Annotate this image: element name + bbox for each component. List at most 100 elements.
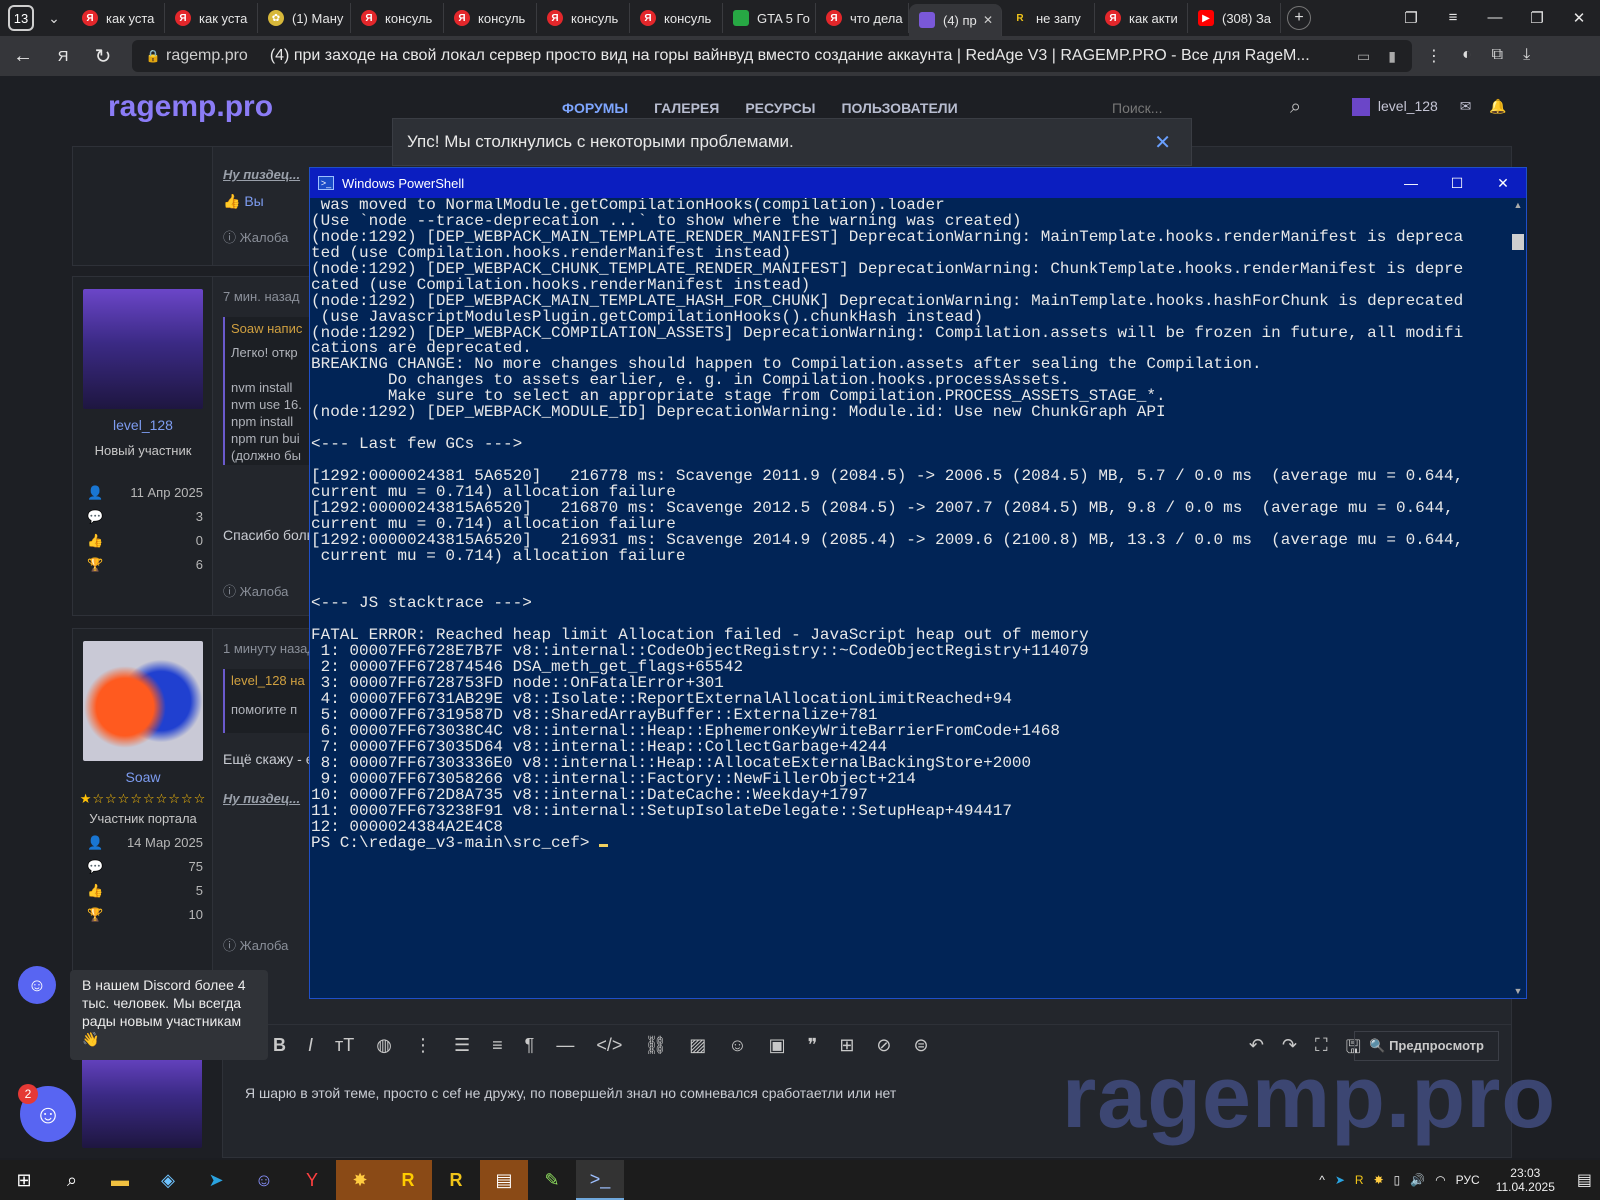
game-icon[interactable]: ⊜: [914, 1035, 929, 1056]
bold-icon[interactable]: B: [273, 1035, 286, 1056]
quote-icon[interactable]: ❞: [808, 1035, 818, 1056]
tab-count-badge[interactable]: 13: [8, 5, 34, 31]
avatar[interactable]: [83, 641, 203, 761]
ps-maximize-button[interactable]: ☐: [1434, 175, 1480, 192]
link-icon[interactable]: ⛓: [644, 1035, 667, 1056]
discord-icon[interactable]: ☺: [18, 966, 56, 1004]
browser-tab[interactable]: Якак акти: [1095, 3, 1188, 33]
browser-tab[interactable]: Якак уста: [165, 3, 258, 33]
app-window-icon[interactable]: ▤: [480, 1160, 528, 1200]
reaction-user[interactable]: Вы: [244, 193, 263, 209]
powershell-titlebar[interactable]: >_ Windows PowerShell — ☐ ✕: [310, 168, 1526, 198]
site-search-input[interactable]: Поиск...: [1112, 100, 1162, 116]
ps-minimize-button[interactable]: —: [1388, 175, 1434, 192]
emoji-icon[interactable]: ☺: [728, 1035, 746, 1056]
powershell-console[interactable]: was moved to NormalModule.getCompilation…: [310, 198, 1512, 998]
italic-icon[interactable]: I: [308, 1035, 313, 1056]
console-prompt[interactable]: PS C:\redage_v3-main\src_cef>: [311, 835, 1512, 852]
browser-tab[interactable]: Яконсуль: [351, 3, 444, 33]
browser-tab[interactable]: Яконсуль: [537, 3, 630, 33]
browser-tab[interactable]: ✿ (1) Ману: [258, 3, 351, 33]
media-icon[interactable]: ▣: [769, 1035, 786, 1056]
palette-icon[interactable]: ◍: [376, 1035, 392, 1056]
inbox-icon[interactable]: ✉: [1460, 98, 1472, 114]
address-input[interactable]: 🔒 ragemp.pro (4) при заходе на свой лока…: [132, 40, 1412, 72]
menu-icon[interactable]: ≡: [1432, 9, 1474, 27]
ps-close-button[interactable]: ✕: [1480, 175, 1526, 192]
bookmark-icon[interactable]: ▮: [1388, 48, 1396, 65]
table-icon[interactable]: ⊞: [839, 1035, 854, 1056]
align-icon[interactable]: ≡: [492, 1035, 503, 1056]
new-tab-button[interactable]: +: [1287, 6, 1311, 30]
tray-battery-icon[interactable]: ▯: [1394, 1173, 1401, 1187]
minimize-button[interactable]: —: [1474, 9, 1516, 27]
avatar[interactable]: [83, 289, 203, 409]
site-nav-item[interactable]: ФОРУМЫ: [562, 100, 628, 116]
browser-tab[interactable]: GTA 5 Го: [723, 3, 816, 33]
reload-button[interactable]: ↻: [86, 39, 120, 73]
notepadpp-icon[interactable]: ✎: [528, 1160, 576, 1200]
more-icon[interactable]: ⋮: [1426, 46, 1442, 66]
browser-tab[interactable]: Ячто дела: [816, 3, 909, 33]
spoiler-icon[interactable]: ⊘: [876, 1035, 891, 1056]
post-time[interactable]: 7 мин. назад: [223, 289, 299, 304]
site-nav-item[interactable]: ПОЛЬЗОВАТЕЛИ: [841, 100, 957, 116]
alice-icon[interactable]: ◐: [1462, 46, 1472, 66]
alerts-icon[interactable]: 🔔: [1489, 98, 1506, 114]
browser-tab[interactable]: Rне запу: [1002, 3, 1095, 33]
scroll-thumb[interactable]: [1512, 234, 1524, 250]
browser-tab[interactable]: Яконсуль: [444, 3, 537, 33]
site-nav-item[interactable]: РЕСУРСЫ: [745, 100, 815, 116]
tray-chevron-icon[interactable]: ^: [1319, 1173, 1325, 1187]
tray-volume-icon[interactable]: 🔊: [1410, 1173, 1425, 1187]
yandex-browser-icon[interactable]: Y: [288, 1160, 336, 1200]
browser-tab[interactable]: (4) пр ✕: [909, 4, 1002, 36]
editor-input[interactable]: Я шарю в этой теме, просто с cef не друж…: [245, 1085, 896, 1101]
search-icon[interactable]: ⌕: [1290, 96, 1301, 119]
close-banner-icon[interactable]: ✕: [1154, 130, 1171, 155]
code-icon[interactable]: </>: [596, 1035, 622, 1056]
close-window-button[interactable]: ✕: [1558, 9, 1600, 27]
text-size-icon[interactable]: тT: [335, 1035, 354, 1056]
tray-language[interactable]: РУС: [1456, 1173, 1480, 1187]
post-signature[interactable]: Ну пиздец...: [223, 167, 300, 182]
powershell-taskbar-icon[interactable]: >_: [576, 1160, 624, 1200]
site-user-link[interactable]: level_128 ✉ 🔔: [1352, 98, 1507, 117]
more-options-icon[interactable]: ⋮: [414, 1035, 432, 1056]
tabs-icon[interactable]: ⧉: [1492, 46, 1503, 66]
site-logo[interactable]: ragemp.pro: [108, 90, 273, 124]
browser-tab[interactable]: Якак уста: [72, 3, 165, 33]
search-icon[interactable]: ⌕: [48, 1160, 96, 1200]
paragraph-icon[interactable]: ¶: [525, 1035, 535, 1056]
site-nav-item[interactable]: ГАЛЕРЕЯ: [654, 100, 719, 116]
image-icon[interactable]: ▨: [689, 1035, 706, 1056]
tray-rage-icon[interactable]: R: [1355, 1173, 1364, 1187]
yandex-home-icon[interactable]: Я: [46, 39, 80, 73]
notifications-icon[interactable]: ▤: [1577, 1170, 1592, 1190]
report-link[interactable]: ⓘ Жалоба: [223, 227, 288, 246]
scroll-down-icon[interactable]: ▼: [1510, 986, 1526, 996]
discord-taskbar-icon[interactable]: ☺: [240, 1160, 288, 1200]
ps-scrollbar[interactable]: ▲ ▼: [1510, 198, 1526, 998]
report-link[interactable]: ⓘ Жалоба: [223, 935, 288, 954]
back-button[interactable]: ←: [6, 39, 40, 73]
browser-tab[interactable]: Яконсуль: [630, 3, 723, 33]
restore-button[interactable]: ❐: [1516, 9, 1558, 27]
telegram-icon[interactable]: ➤: [192, 1160, 240, 1200]
post-time[interactable]: 1 минуту назад: [223, 641, 315, 656]
tray-telegram-icon[interactable]: ➤: [1335, 1173, 1345, 1187]
tray-wifi-icon[interactable]: ◠: [1435, 1173, 1445, 1187]
close-tab-icon[interactable]: ✕: [983, 13, 993, 27]
post-username[interactable]: Soaw: [73, 769, 213, 785]
download-icon[interactable]: ⤓: [1523, 46, 1530, 66]
explorer-icon[interactable]: ▬: [96, 1160, 144, 1200]
post-signature[interactable]: Ну пиздец...: [223, 791, 300, 806]
tab-list-chevron-icon[interactable]: ⌄: [40, 4, 68, 32]
rage-launcher-icon[interactable]: R: [432, 1160, 480, 1200]
notepad-icon[interactable]: ◈: [144, 1160, 192, 1200]
game-launcher-icon[interactable]: ✸: [336, 1160, 384, 1200]
list-icon[interactable]: ☰: [454, 1035, 470, 1056]
quote-author[interactable]: Soaw напис: [231, 321, 317, 336]
report-link[interactable]: ⓘ Жалоба: [223, 581, 288, 600]
rockstar-icon[interactable]: R: [384, 1160, 432, 1200]
